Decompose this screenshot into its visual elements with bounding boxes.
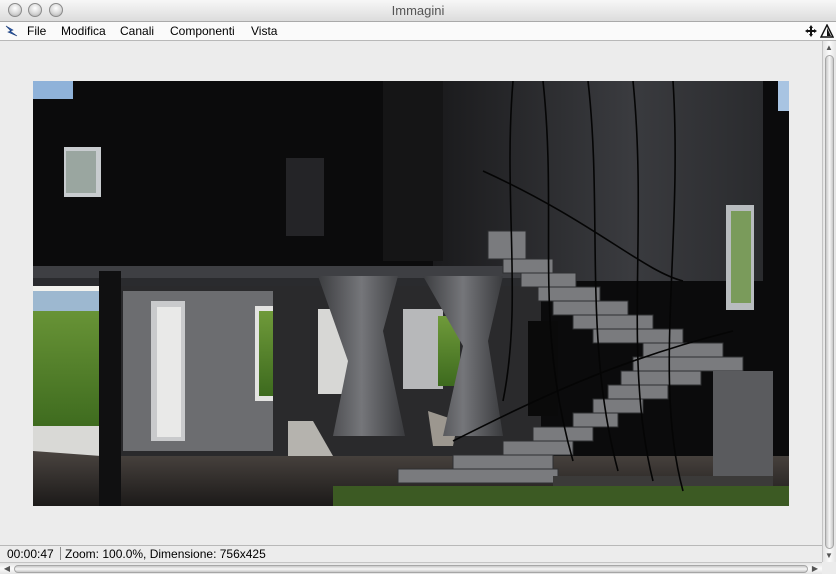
render-app-icon[interactable] xyxy=(4,24,20,38)
status-separator xyxy=(60,547,61,560)
menu-vista[interactable]: Vista xyxy=(251,24,277,38)
scroll-up-arrow-icon[interactable]: ▲ xyxy=(823,43,835,53)
image-viewer-area[interactable] xyxy=(0,41,822,545)
zoom-dimension-info: Zoom: 100.0%, Dimensione: 756x425 xyxy=(65,547,266,561)
rendered-interior-staircase-image xyxy=(33,81,789,506)
vertical-scroll-thumb[interactable] xyxy=(825,55,834,549)
scroll-right-arrow-icon[interactable]: ▶ xyxy=(809,564,821,574)
vertical-scrollbar[interactable]: ▲ ▼ xyxy=(822,41,836,563)
status-bar: 00:00:47 Zoom: 100.0%, Dimensione: 756x4… xyxy=(0,545,822,562)
menu-file[interactable]: File xyxy=(27,24,46,38)
triangle-warning-icon[interactable] xyxy=(820,24,834,38)
move-icon[interactable] xyxy=(804,24,818,38)
horizontal-scrollbar[interactable]: ◀ ▶ xyxy=(0,562,822,574)
render-time: 00:00:47 xyxy=(7,547,54,561)
menu-bar: File Modifica Canali Componenti Vista xyxy=(0,22,836,41)
scroll-down-arrow-icon[interactable]: ▼ xyxy=(823,551,835,561)
scroll-left-arrow-icon[interactable]: ◀ xyxy=(1,564,13,574)
window-title: Immagini xyxy=(391,3,445,18)
horizontal-scroll-thumb[interactable] xyxy=(14,565,808,573)
menu-componenti[interactable]: Componenti xyxy=(170,24,235,38)
window-titlebar[interactable]: Immagini xyxy=(0,0,836,22)
menu-modifica[interactable]: Modifica xyxy=(61,24,106,38)
scroll-corner xyxy=(822,562,836,574)
rendered-image[interactable] xyxy=(33,81,789,506)
menu-canali[interactable]: Canali xyxy=(120,24,154,38)
